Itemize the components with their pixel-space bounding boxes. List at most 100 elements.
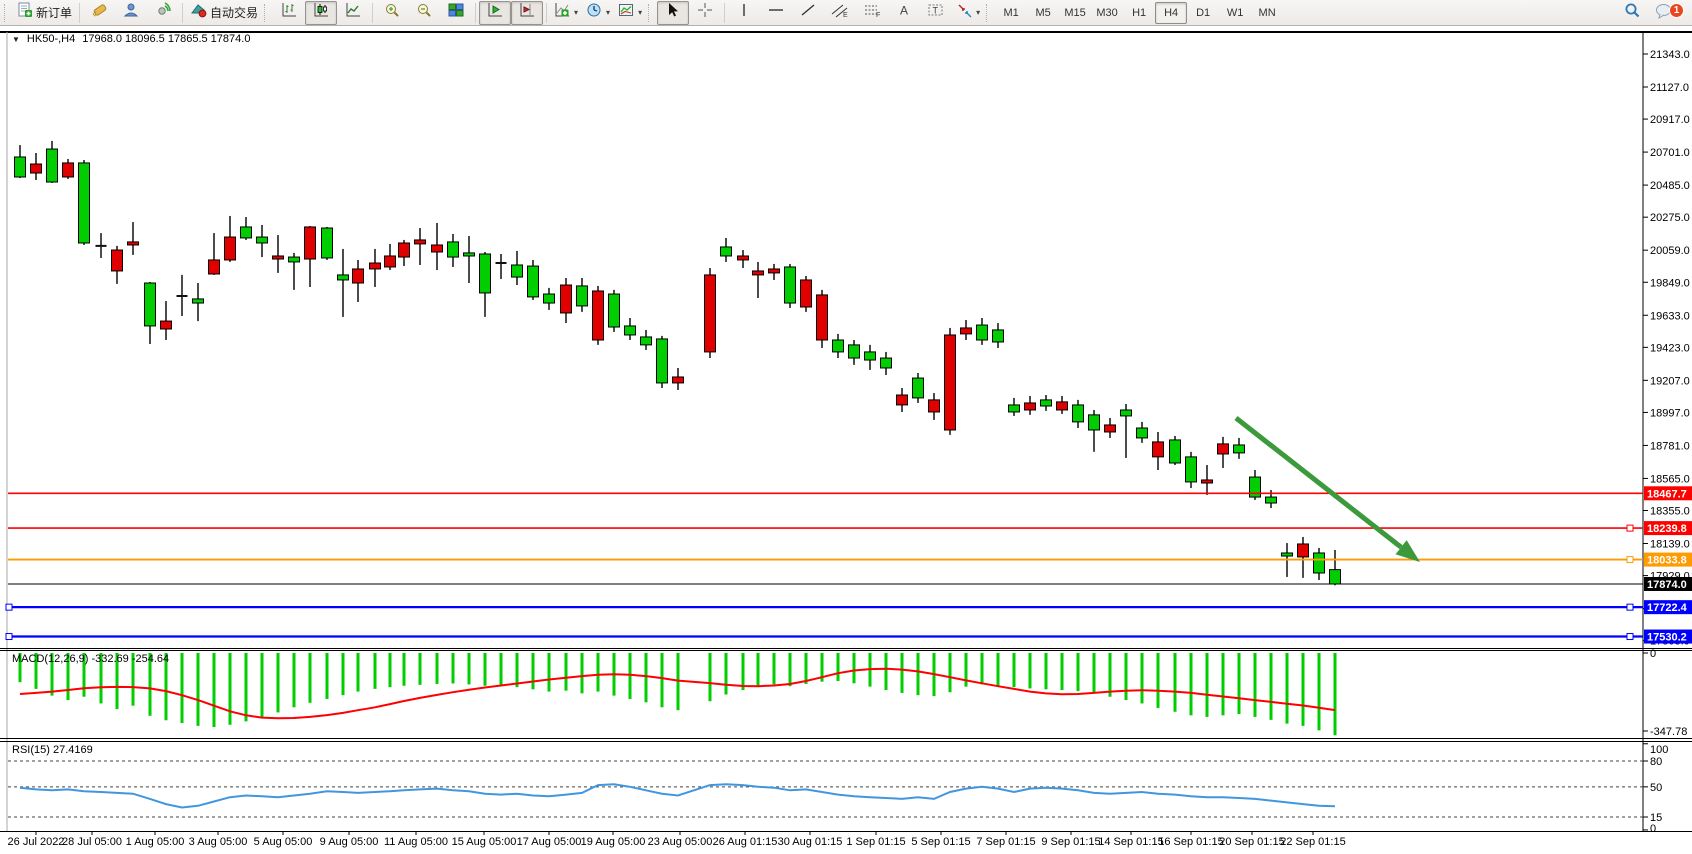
auto-scroll-button[interactable] bbox=[479, 1, 511, 25]
chart-ohlc-header: ▼ HK50-,H4 17968.0 18096.5 17865.5 17874… bbox=[12, 33, 250, 45]
chart-window: ▼ HK50-,H4 17968.0 18096.5 17865.5 17874… bbox=[0, 26, 1692, 854]
signal-icon bbox=[155, 2, 171, 23]
arrows-icon bbox=[956, 2, 972, 23]
horizontal-line-icon bbox=[767, 2, 785, 23]
svg-text:-347.78: -347.78 bbox=[1650, 726, 1687, 738]
text-label-tool-button[interactable]: T bbox=[920, 1, 952, 25]
svg-text:23 Aug 05:00: 23 Aug 05:00 bbox=[648, 836, 713, 848]
svg-text:19207.0: 19207.0 bbox=[1650, 375, 1690, 387]
vertical-line-tool-button[interactable] bbox=[728, 1, 760, 25]
bar-chart-icon bbox=[281, 2, 297, 23]
ohlc-values: 17968.0 18096.5 17865.5 17874.0 bbox=[82, 33, 250, 45]
profile-button[interactable] bbox=[115, 1, 147, 25]
svg-text:18239.8: 18239.8 bbox=[1647, 523, 1687, 535]
svg-text:0: 0 bbox=[1650, 823, 1656, 835]
zoom-in-icon bbox=[384, 2, 400, 23]
svg-text:18467.7: 18467.7 bbox=[1647, 488, 1687, 500]
candlestick-mode-button[interactable] bbox=[305, 1, 337, 25]
tab-timeframe-m15[interactable]: M15 bbox=[1059, 2, 1091, 24]
indicators-button[interactable]: ▾ bbox=[550, 1, 582, 25]
svg-text:30 Aug 01:15: 30 Aug 01:15 bbox=[778, 836, 843, 848]
trendline-tool-button[interactable] bbox=[792, 1, 824, 25]
svg-text:17 Aug 05:00: 17 Aug 05:00 bbox=[517, 836, 582, 848]
svg-text:0: 0 bbox=[1650, 648, 1656, 660]
tab-timeframe-mn[interactable]: MN bbox=[1251, 2, 1283, 24]
fibonacci-icon: F bbox=[863, 2, 881, 23]
svg-text:17530.2: 17530.2 bbox=[1647, 632, 1687, 644]
svg-text:1 Aug 05:00: 1 Aug 05:00 bbox=[126, 836, 185, 848]
separator bbox=[724, 3, 725, 23]
search-icon bbox=[1624, 2, 1641, 24]
tab-timeframe-d1[interactable]: D1 bbox=[1187, 2, 1219, 24]
separator bbox=[546, 3, 547, 23]
separator bbox=[372, 3, 373, 23]
text-tool-button[interactable]: A bbox=[888, 1, 920, 25]
chart-canvas[interactable]: 21343.021127.020917.020701.020485.020275… bbox=[0, 26, 1692, 854]
tab-timeframe-w1[interactable]: W1 bbox=[1219, 2, 1251, 24]
tab-timeframe-h4[interactable]: H4 bbox=[1155, 2, 1187, 24]
svg-text:20917.0: 20917.0 bbox=[1650, 114, 1690, 126]
signal-button[interactable] bbox=[147, 1, 179, 25]
crayon-icon bbox=[91, 2, 107, 23]
bar-chart-mode-button[interactable] bbox=[273, 1, 305, 25]
cursor-arrow-icon bbox=[666, 2, 680, 23]
svg-text:5 Sep 01:15: 5 Sep 01:15 bbox=[911, 836, 970, 848]
svg-text:20275.0: 20275.0 bbox=[1650, 212, 1690, 224]
svg-text:F: F bbox=[876, 12, 880, 18]
svg-text:18997.0: 18997.0 bbox=[1650, 407, 1690, 419]
symbol-dropdown-icon[interactable]: ▼ bbox=[12, 35, 20, 44]
separator bbox=[182, 3, 183, 23]
dropdown-caret: ▾ bbox=[606, 8, 610, 17]
tab-timeframe-m30[interactable]: M30 bbox=[1091, 2, 1123, 24]
periods-button[interactable]: ▾ bbox=[582, 1, 614, 25]
chart-shift-button[interactable] bbox=[511, 1, 543, 25]
template-icon bbox=[618, 2, 634, 23]
zoom-in-button[interactable] bbox=[376, 1, 408, 25]
svg-text:20 Sep 01:15: 20 Sep 01:15 bbox=[1219, 836, 1284, 848]
svg-text:5 Aug 05:00: 5 Aug 05:00 bbox=[254, 836, 313, 848]
autotrade-button[interactable]: 自动交易 bbox=[186, 1, 262, 25]
svg-text:17722.4: 17722.4 bbox=[1647, 602, 1688, 614]
crosshair-tool-button[interactable] bbox=[689, 1, 721, 25]
tab-timeframe-m5[interactable]: M5 bbox=[1027, 2, 1059, 24]
svg-text:20485.0: 20485.0 bbox=[1650, 180, 1690, 192]
horizontal-line-tool-button[interactable] bbox=[760, 1, 792, 25]
dropdown-caret: ▾ bbox=[976, 8, 980, 17]
cursor-tool-button[interactable] bbox=[657, 1, 689, 25]
tab-timeframe-h1[interactable]: H1 bbox=[1123, 2, 1155, 24]
svg-text:18781.0: 18781.0 bbox=[1650, 440, 1690, 452]
svg-text:A: A bbox=[900, 4, 908, 18]
svg-text:18355.0: 18355.0 bbox=[1650, 506, 1690, 518]
svg-text:14 Sep 01:15: 14 Sep 01:15 bbox=[1098, 836, 1163, 848]
tab-timeframe-m1[interactable]: M1 bbox=[995, 2, 1027, 24]
arrows-tool-button[interactable]: ▾ bbox=[952, 1, 984, 25]
toolbar-grip bbox=[4, 4, 10, 22]
clock-icon bbox=[586, 2, 602, 23]
tile-windows-button[interactable] bbox=[440, 1, 472, 25]
svg-text:9 Sep 01:15: 9 Sep 01:15 bbox=[1041, 836, 1100, 848]
svg-text:T: T bbox=[933, 6, 939, 16]
svg-text:21343.0: 21343.0 bbox=[1650, 49, 1690, 61]
svg-text:18033.8: 18033.8 bbox=[1647, 555, 1687, 567]
fibonacci-tool-button[interactable]: F bbox=[856, 1, 888, 25]
search-button[interactable] bbox=[1616, 1, 1648, 25]
line-chart-icon bbox=[345, 2, 361, 23]
text-icon: A bbox=[897, 2, 911, 23]
zoom-out-button[interactable] bbox=[408, 1, 440, 25]
svg-text:RSI(15) 27.4169: RSI(15) 27.4169 bbox=[12, 744, 93, 756]
text-label-icon: T bbox=[927, 2, 945, 23]
svg-text:19849.0: 19849.0 bbox=[1650, 277, 1690, 289]
templates-button[interactable]: ▾ bbox=[614, 1, 646, 25]
svg-text:22 Sep 01:15: 22 Sep 01:15 bbox=[1280, 836, 1345, 848]
vertical-line-icon bbox=[738, 2, 750, 23]
notifications-button[interactable]: 1 bbox=[1648, 1, 1680, 25]
new-order-button[interactable]: 新订单 bbox=[13, 1, 76, 25]
trendline-icon bbox=[800, 2, 816, 23]
new-order-icon bbox=[17, 2, 33, 23]
market-watch-button[interactable] bbox=[83, 1, 115, 25]
svg-text:18565.0: 18565.0 bbox=[1650, 473, 1690, 485]
line-chart-mode-button[interactable] bbox=[337, 1, 369, 25]
channel-tool-button[interactable]: E bbox=[824, 1, 856, 25]
separator bbox=[79, 3, 80, 23]
dropdown-caret: ▾ bbox=[638, 8, 642, 17]
